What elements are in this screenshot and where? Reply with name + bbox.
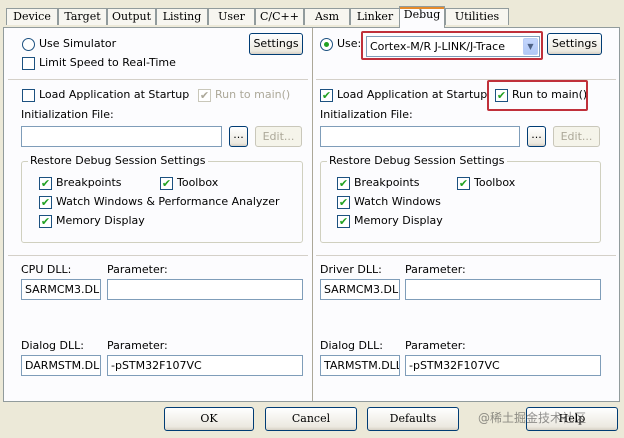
tab-debug[interactable]: Debug <box>399 6 445 28</box>
restore-session-title: Restore Debug Session Settings <box>28 154 208 167</box>
memory-display-checkbox[interactable]: ✔ <box>337 215 350 228</box>
tab-device[interactable]: Device <box>6 8 58 25</box>
use-driver-label: Use: <box>337 37 362 50</box>
watch-windows-label: Watch Windows & Performance Analyzer <box>56 195 280 208</box>
init-file-label: Initialization File: <box>320 108 413 121</box>
init-file-edit-button[interactable]: Edit... <box>553 126 600 147</box>
debug-panel: Use Simulator Settings Limit Speed to Re… <box>3 27 620 402</box>
tab-listing[interactable]: Listing <box>156 8 208 25</box>
watch-windows-checkbox[interactable]: ✔ <box>337 196 350 209</box>
dialog-dll-label: Dialog DLL: <box>21 339 84 352</box>
toolbox-label: Toolbox <box>177 176 219 189</box>
tab-utilities[interactable]: Utilities <box>445 8 509 25</box>
column-divider <box>312 28 313 401</box>
separator <box>8 79 308 80</box>
run-to-main-checkbox[interactable]: ✔ <box>198 89 211 102</box>
breakpoints-label: Breakpoints <box>354 176 420 189</box>
toolbox-checkbox[interactable]: ✔ <box>160 177 173 190</box>
highlight-run-to-main <box>487 80 588 111</box>
tab-asm[interactable]: Asm <box>304 8 350 25</box>
tab-output[interactable]: Output <box>107 8 156 25</box>
use-simulator-radio[interactable] <box>22 38 35 51</box>
use-simulator-label: Use Simulator <box>39 37 117 50</box>
memory-display-label: Memory Display <box>56 214 145 227</box>
tab-user[interactable]: User <box>208 8 255 25</box>
run-to-main-label: Run to main() <box>215 88 291 101</box>
breakpoints-label: Breakpoints <box>56 176 122 189</box>
dialog-param-input[interactable]: -pSTM32F107VC <box>107 355 303 376</box>
tab-c-cpp[interactable]: C/C++ <box>255 8 304 25</box>
watermark: @稀土掘金技术社区 <box>478 411 587 425</box>
init-file-browse-button[interactable]: ... <box>527 126 546 147</box>
init-file-input[interactable] <box>320 126 520 147</box>
use-driver-radio[interactable] <box>320 38 333 51</box>
watch-windows-checkbox[interactable]: ✔ <box>39 196 52 209</box>
load-app-label: Load Application at Startup <box>39 88 190 101</box>
dialog-param-input[interactable]: -pSTM32F107VC <box>405 355 601 376</box>
highlight-driver <box>361 31 543 60</box>
restore-session-title: Restore Debug Session Settings <box>327 154 507 167</box>
simulator-settings-button[interactable]: Settings <box>249 33 303 55</box>
driver-param-input[interactable] <box>405 279 601 300</box>
driver-dll-label: Driver DLL: <box>320 263 382 276</box>
cancel-button[interactable]: Cancel <box>265 407 357 431</box>
breakpoints-checkbox[interactable]: ✔ <box>337 177 350 190</box>
cpu-dll-label: CPU DLL: <box>21 263 72 276</box>
dialog-dll-label: Dialog DLL: <box>320 339 383 352</box>
driver-param-label: Parameter: <box>405 263 466 276</box>
limit-speed-checkbox[interactable] <box>22 57 35 70</box>
init-file-browse-button[interactable]: ... <box>229 126 248 147</box>
cpu-param-input[interactable] <box>107 279 303 300</box>
driver-dll-input[interactable]: SARMCM3.DLL <box>320 279 400 300</box>
ok-button[interactable]: OK <box>164 407 254 431</box>
tab-target[interactable]: Target <box>58 8 107 25</box>
toolbox-label: Toolbox <box>474 176 516 189</box>
load-app-checkbox[interactable]: ✔ <box>320 89 333 102</box>
breakpoints-checkbox[interactable]: ✔ <box>39 177 52 190</box>
limit-speed-label: Limit Speed to Real-Time <box>39 56 176 69</box>
driver-settings-button[interactable]: Settings <box>547 33 602 55</box>
load-app-label: Load Application at Startup <box>337 88 488 101</box>
separator <box>8 255 308 256</box>
defaults-button[interactable]: Defaults <box>367 407 459 431</box>
dialog-param-label: Parameter: <box>405 339 466 352</box>
init-file-edit-button[interactable]: Edit... <box>255 126 302 147</box>
dialog-dll-input[interactable]: TARMSTM.DLL <box>320 355 400 376</box>
init-file-label: Initialization File: <box>21 108 114 121</box>
memory-display-label: Memory Display <box>354 214 443 227</box>
memory-display-checkbox[interactable]: ✔ <box>39 215 52 228</box>
cpu-dll-input[interactable]: SARMCM3.DLL <box>21 279 101 300</box>
tab-linker[interactable]: Linker <box>350 8 400 25</box>
separator <box>316 255 616 256</box>
watch-windows-label: Watch Windows <box>354 195 441 208</box>
dialog-dll-input[interactable]: DARMSTM.DLL <box>21 355 101 376</box>
load-app-checkbox[interactable] <box>22 89 35 102</box>
toolbox-checkbox[interactable]: ✔ <box>457 177 470 190</box>
init-file-input[interactable] <box>21 126 222 147</box>
dialog-param-label: Parameter: <box>107 339 168 352</box>
cpu-param-label: Parameter: <box>107 263 168 276</box>
